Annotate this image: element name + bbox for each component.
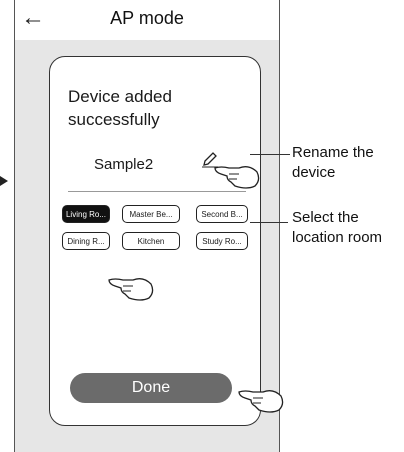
done-button[interactable]: Done <box>70 373 232 403</box>
room-chip-study[interactable]: Study Ro... <box>196 232 248 250</box>
app-header: ← AP mode <box>15 0 279 40</box>
success-message: Device added successfully <box>68 87 172 129</box>
room-chip-living[interactable]: Living Ro... <box>62 205 110 223</box>
phone-screen: ← AP mode Device added successfully Samp… <box>14 0 284 452</box>
rename-callout-line <box>250 154 290 155</box>
pointing-hand-icon <box>108 278 154 301</box>
room-chip-second[interactable]: Second B... <box>196 205 248 223</box>
location-callout-line <box>250 222 288 223</box>
device-added-card: Device added successfully Sample2 Living… <box>49 56 261 426</box>
room-chip-dining[interactable]: Dining R... <box>62 232 110 250</box>
location-annotation: Select the location room <box>292 209 383 246</box>
pointing-hand-icon <box>214 166 260 189</box>
pointing-hand-icon <box>238 390 284 413</box>
room-chip-kitchen[interactable]: Kitchen <box>122 232 180 250</box>
rename-annotation: Rename the device <box>292 144 374 181</box>
page-title: AP mode <box>110 8 184 28</box>
left-arrow-indicator <box>0 176 8 186</box>
device-name: Sample2 <box>94 156 154 173</box>
room-chip-master[interactable]: Master Be... <box>122 205 180 223</box>
